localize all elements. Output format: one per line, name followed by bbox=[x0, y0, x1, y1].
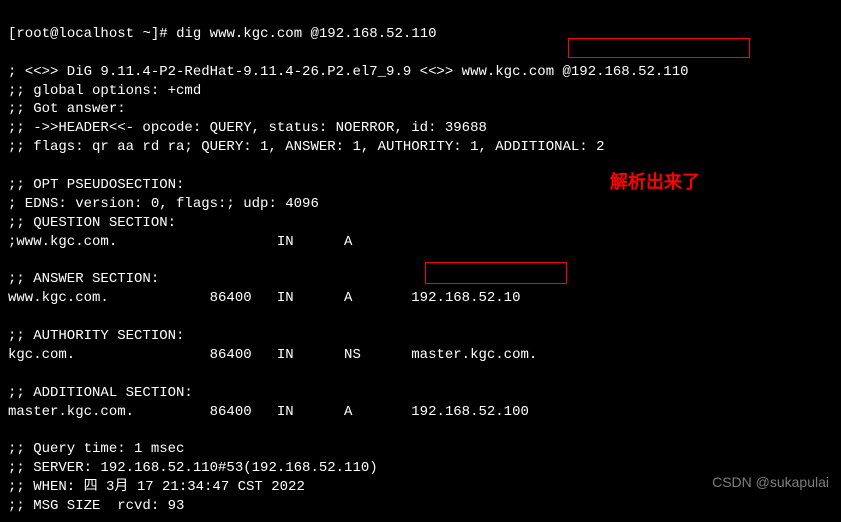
dig-authority-line: kgc.com. 86400 IN NS master.kgc.com. bbox=[8, 347, 537, 363]
dig-banner: ; <<>> DiG 9.11.4-P2-RedHat-9.11.4-26.P2… bbox=[8, 64, 689, 80]
dig-opt-title: ;; OPT PSEUDOSECTION: bbox=[8, 177, 184, 193]
dig-global-options: ;; global options: +cmd bbox=[8, 83, 201, 99]
dig-authority-title: ;; AUTHORITY SECTION: bbox=[8, 328, 184, 344]
dig-answer-title: ;; ANSWER SECTION: bbox=[8, 271, 159, 287]
dig-query-time: ;; Query time: 1 msec bbox=[8, 441, 184, 457]
annotation-text: 解析出来了 bbox=[610, 168, 700, 194]
dig-got-answer: ;; Got answer: bbox=[8, 101, 126, 117]
typed-command: dig www.kgc.com @192.168.52.110 bbox=[176, 26, 436, 42]
dig-header: ;; ->>HEADER<<- opcode: QUERY, status: N… bbox=[8, 120, 487, 136]
dig-flags: ;; flags: qr aa rd ra; QUERY: 1, ANSWER:… bbox=[8, 139, 605, 155]
dig-msg-size: ;; MSG SIZE rcvd: 93 bbox=[8, 498, 184, 514]
shell-prompt: [root@localhost ~]# bbox=[8, 26, 176, 42]
watermark-text: CSDN @sukapulai bbox=[712, 474, 829, 490]
dig-question-title: ;; QUESTION SECTION: bbox=[8, 215, 176, 231]
dig-additional-title: ;; ADDITIONAL SECTION: bbox=[8, 385, 193, 401]
dig-question-line: ;www.kgc.com. IN A bbox=[8, 234, 352, 250]
dig-server: ;; SERVER: 192.168.52.110#53(192.168.52.… bbox=[8, 460, 378, 476]
dig-answer-line: www.kgc.com. 86400 IN A 192.168.52.10 bbox=[8, 290, 520, 306]
terminal-output: [root@localhost ~]# dig www.kgc.com @192… bbox=[0, 0, 841, 522]
dig-additional-line: master.kgc.com. 86400 IN A 192.168.52.10… bbox=[8, 404, 529, 420]
dig-when: ;; WHEN: 四 3月 17 21:34:47 CST 2022 bbox=[8, 479, 305, 495]
dig-edns: ; EDNS: version: 0, flags:; udp: 4096 bbox=[8, 196, 319, 212]
